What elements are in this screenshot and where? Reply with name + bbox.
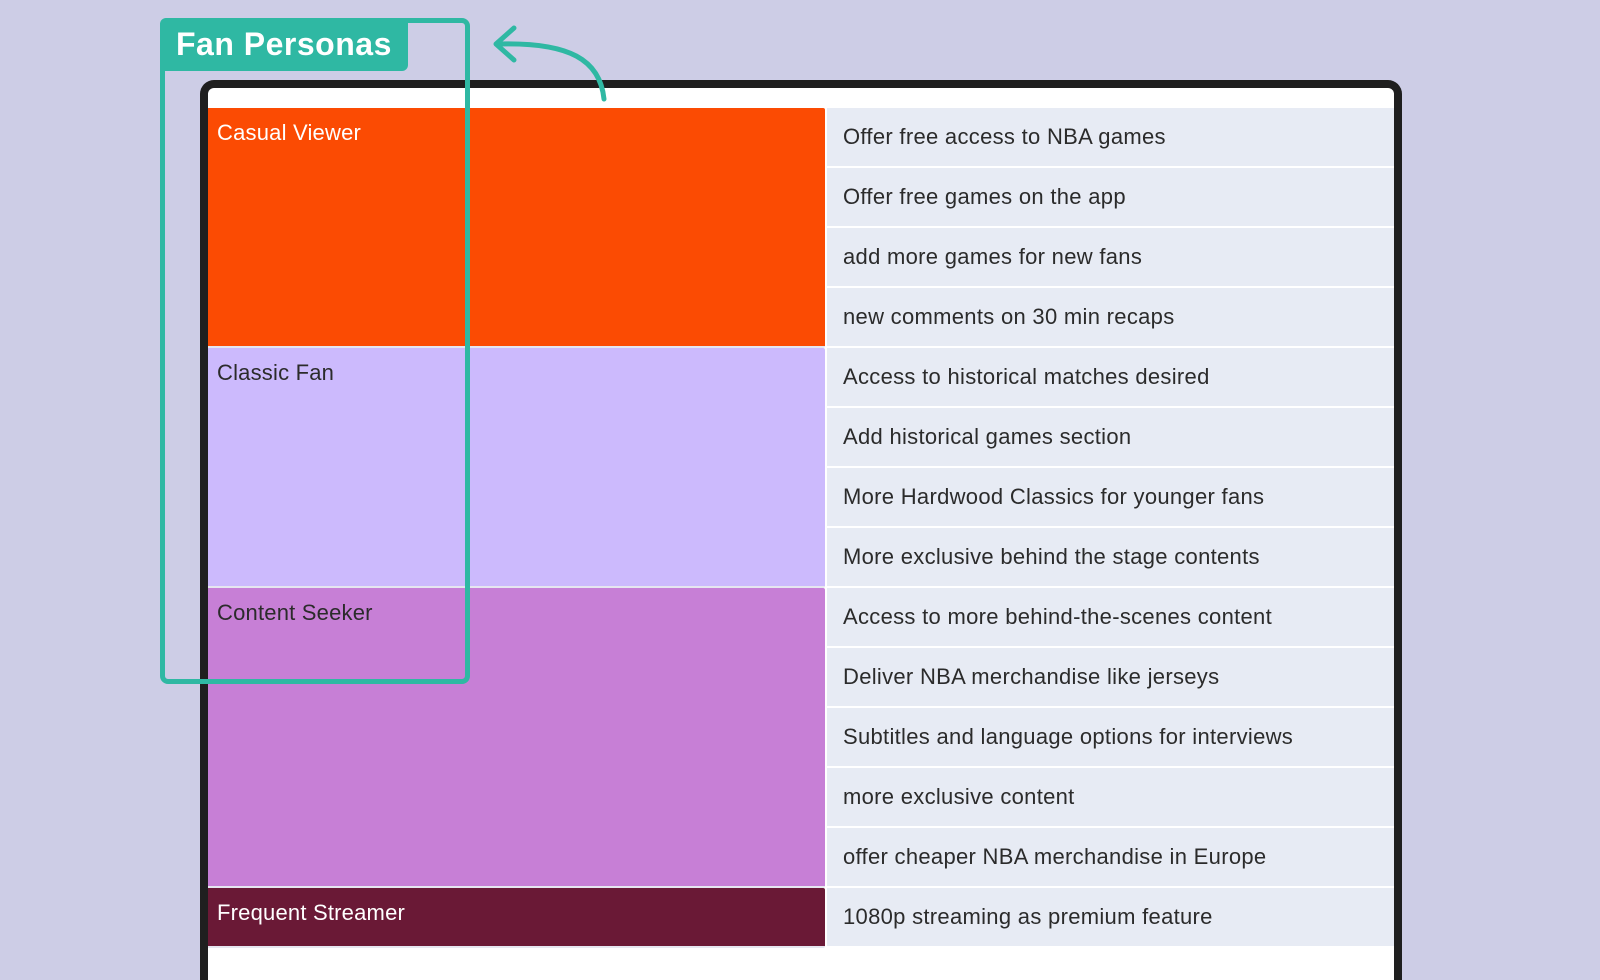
fan-personas-tag-label: Fan Personas (176, 26, 392, 62)
persona-items: 1080p streaming as premium feature (827, 888, 1394, 948)
idea-card[interactable]: Deliver NBA merchandise like jerseys (827, 648, 1394, 708)
idea-card[interactable]: offer cheaper NBA merchandise in Europe (827, 828, 1394, 888)
idea-card[interactable]: Add historical games section (827, 408, 1394, 468)
idea-card[interactable]: More exclusive behind the stage contents (827, 528, 1394, 588)
persona-label: Casual Viewer (217, 120, 362, 145)
idea-card[interactable]: More Hardwood Classics for younger fans (827, 468, 1394, 528)
persona-label: Content Seeker (217, 600, 373, 625)
idea-card[interactable]: Offer free games on the app (827, 168, 1394, 228)
persona-label: Classic Fan (217, 360, 335, 385)
idea-card[interactable]: more exclusive content (827, 768, 1394, 828)
curved-arrow-icon (493, 25, 607, 102)
idea-card[interactable]: Access to historical matches desired (827, 348, 1394, 408)
persona-board: Casual Viewer Offer free access to NBA ga… (208, 108, 1394, 948)
idea-card[interactable]: Access to more behind-the-scenes content (827, 588, 1394, 648)
persona-cell[interactable]: Content Seeker (208, 588, 825, 888)
persona-cell[interactable]: Casual Viewer (208, 108, 825, 348)
board-window: Casual Viewer Offer free access to NBA ga… (200, 80, 1402, 980)
persona-items: Access to more behind-the-scenes content… (827, 588, 1394, 888)
persona-group: Casual Viewer Offer free access to NBA ga… (208, 108, 1394, 348)
persona-items: Offer free access to NBA games Offer free… (827, 108, 1394, 348)
persona-group: Classic Fan Access to historical matches … (208, 348, 1394, 588)
persona-items: Access to historical matches desired Add … (827, 348, 1394, 588)
idea-card[interactable]: Subtitles and language options for inter… (827, 708, 1394, 768)
persona-group: Content Seeker Access to more behind-the-… (208, 588, 1394, 888)
persona-cell[interactable]: Classic Fan (208, 348, 825, 588)
idea-card[interactable]: 1080p streaming as premium feature (827, 888, 1394, 948)
persona-cell[interactable]: Frequent Streamer (208, 888, 825, 948)
fan-personas-tag: Fan Personas (160, 18, 408, 71)
idea-card[interactable]: new comments on 30 min recaps (827, 288, 1394, 348)
persona-label: Frequent Streamer (217, 900, 406, 925)
persona-group: Frequent Streamer 1080p streaming as prem… (208, 888, 1394, 948)
idea-card[interactable]: Offer free access to NBA games (827, 108, 1394, 168)
idea-card[interactable]: add more games for new fans (827, 228, 1394, 288)
